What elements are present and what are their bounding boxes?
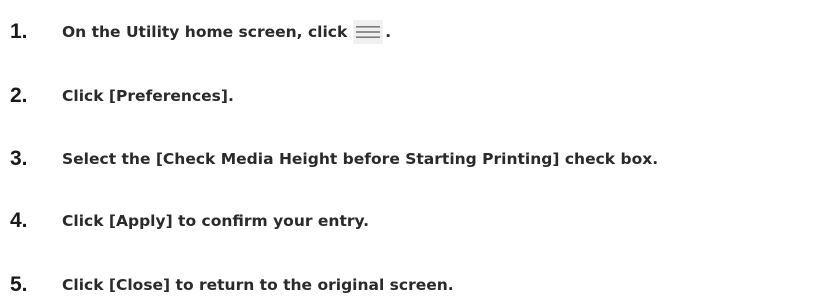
step-text-before-icon: On the Utility home screen, click [62, 23, 348, 41]
step-number: 3. [10, 147, 28, 170]
step-text: Click [Close] to return to the original … [62, 276, 454, 294]
step-number: 1. [10, 20, 28, 43]
step-1: 1. On the Utility home screen, click . [10, 17, 391, 47]
step-number: 2. [10, 84, 28, 107]
step-2: 2. Click [Preferences]. [10, 81, 234, 111]
step-text-after-icon: . [385, 23, 392, 41]
step-number: 4. [10, 209, 28, 232]
step-3: 3. Select the [Check Media Height before… [10, 144, 658, 174]
step-5: 5. Click [Close] to return to the origin… [10, 270, 454, 300]
step-text: Click [Preferences]. [62, 87, 234, 105]
step-4: 4. Click [Apply] to confirm your entry. [10, 206, 369, 236]
step-text: Select the [Check Media Height before St… [62, 150, 659, 168]
step-text: Click [Apply] to confirm your entry. [62, 212, 370, 230]
step-number: 5. [10, 273, 28, 296]
hamburger-menu-icon [353, 20, 384, 44]
step-text: On the Utility home screen, click . [62, 20, 391, 44]
